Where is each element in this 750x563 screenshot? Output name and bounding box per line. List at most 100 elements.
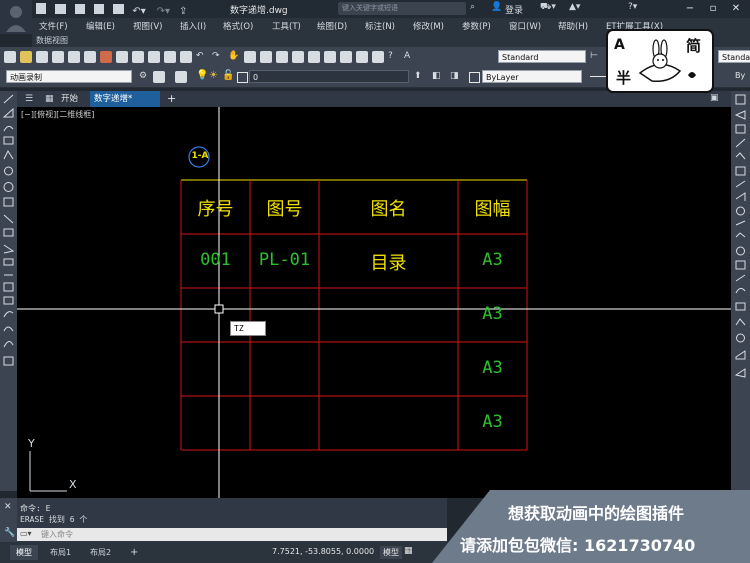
sheet-set-icon[interactable] bbox=[340, 51, 352, 63]
add-selected-icon bbox=[3, 356, 14, 366]
menu-dimension[interactable]: 标注(N) bbox=[365, 20, 395, 32]
workspace-save-icon[interactable] bbox=[153, 71, 165, 83]
zoom-realtime-icon[interactable] bbox=[244, 51, 256, 63]
layer-on-icon[interactable]: 💡 bbox=[196, 70, 208, 81]
3d-print-icon[interactable] bbox=[100, 51, 112, 63]
undo-icon[interactable]: ↶▾ bbox=[132, 6, 145, 17]
workspace-settings-icon[interactable]: ⚙ bbox=[139, 71, 147, 81]
help-icon-2[interactable]: ? bbox=[388, 51, 400, 63]
menu-file[interactable]: 文件(F) bbox=[39, 20, 68, 32]
text-style-select[interactable]: Standard bbox=[498, 50, 586, 63]
menu-help[interactable]: 帮助(H) bbox=[558, 20, 588, 32]
maximize-button[interactable]: ▫ bbox=[703, 1, 723, 16]
command-history-line: ERASE 找到 6 个 bbox=[20, 515, 88, 524]
menu-window[interactable]: 窗口(W) bbox=[509, 20, 541, 32]
dynamic-input-text: TZ bbox=[234, 324, 244, 333]
menu-insert[interactable]: 插入(I) bbox=[180, 20, 206, 32]
rotate-icon bbox=[735, 192, 746, 201]
design-center-icon[interactable] bbox=[308, 51, 320, 63]
plot-preview-icon[interactable] bbox=[68, 51, 80, 63]
tab-start[interactable]: 开始 bbox=[61, 91, 78, 107]
tab-overflow-icon[interactable]: ▣ bbox=[710, 93, 719, 103]
match-properties-icon[interactable] bbox=[164, 51, 176, 63]
minimize-button[interactable]: − bbox=[680, 1, 700, 16]
search-input[interactable]: 键入关键字或短语 bbox=[338, 2, 466, 15]
zoom-previous-icon[interactable] bbox=[276, 51, 288, 63]
layer-color-swatch bbox=[237, 72, 248, 83]
redo-icon[interactable]: ↷▾ bbox=[157, 6, 170, 17]
tab-current-file[interactable]: 数字递增* bbox=[90, 91, 160, 107]
layer-properties-icon[interactable] bbox=[175, 71, 187, 83]
menu-parameters[interactable]: 参数(P) bbox=[462, 20, 491, 32]
calculator-icon[interactable] bbox=[372, 51, 384, 63]
logo-char-jian: 简 bbox=[686, 37, 702, 55]
app-logo[interactable] bbox=[0, 0, 32, 34]
print-icon-2[interactable] bbox=[52, 51, 64, 63]
open-icon[interactable] bbox=[20, 51, 32, 63]
share-icon[interactable]: ⇪ bbox=[179, 6, 187, 17]
layout-tab-1[interactable]: 布局1 bbox=[44, 545, 77, 560]
markup-icon[interactable] bbox=[356, 51, 368, 63]
print-icon[interactable] bbox=[112, 4, 124, 14]
layout-tab-model[interactable]: 模型 bbox=[10, 545, 38, 560]
menu-tools[interactable]: 工具(T) bbox=[272, 20, 301, 32]
dim-style-icon[interactable]: ⊢ bbox=[590, 51, 604, 63]
layer-freeze-icon[interactable]: ☀ bbox=[209, 70, 218, 81]
tool-palettes-icon[interactable] bbox=[324, 51, 336, 63]
a360-icon[interactable]: ▲▾ bbox=[569, 2, 580, 12]
command-customize-icon[interactable]: 🔧 bbox=[4, 528, 15, 538]
block-editor-icon[interactable] bbox=[180, 51, 192, 63]
hatch-icon bbox=[3, 282, 14, 292]
properties-icon[interactable] bbox=[292, 51, 304, 63]
undo-icon-2[interactable]: ↶ bbox=[196, 51, 208, 63]
command-close-icon[interactable]: ✕ bbox=[4, 502, 12, 512]
menu-view[interactable]: 视图(V) bbox=[133, 20, 162, 32]
command-prompt-icon[interactable]: ▭▾ bbox=[20, 529, 32, 538]
workspace-select[interactable]: 动画录制 bbox=[6, 70, 132, 83]
dynamic-input-box[interactable]: TZ bbox=[230, 321, 266, 336]
menu-modify[interactable]: 修改(M) bbox=[413, 20, 444, 32]
zoom-window-icon[interactable] bbox=[260, 51, 272, 63]
grid-icon[interactable]: ▦ bbox=[404, 546, 413, 556]
color-select[interactable]: ByLayer bbox=[482, 70, 582, 83]
login-link[interactable]: 登录 bbox=[505, 3, 523, 16]
help-icon[interactable]: ?▾ bbox=[628, 2, 637, 12]
save-icon[interactable] bbox=[74, 4, 85, 14]
menu-format[interactable]: 格式(O) bbox=[223, 20, 253, 32]
command-input[interactable]: ▭▾ 键入命令 bbox=[17, 528, 447, 541]
layer-state-icon[interactable]: ◨ bbox=[450, 71, 459, 81]
pan-icon[interactable]: ✋ bbox=[228, 51, 240, 63]
add-layout-button[interactable]: + bbox=[124, 545, 144, 560]
menu-edit[interactable]: 编辑(E) bbox=[86, 20, 115, 32]
add-tab-button[interactable]: + bbox=[167, 91, 176, 107]
search-icon[interactable]: ⌕ bbox=[470, 2, 475, 12]
redo-icon-2[interactable]: ↷ bbox=[212, 51, 224, 63]
save-as-icon[interactable] bbox=[93, 4, 104, 14]
dim-style-select[interactable]: Standa bbox=[718, 50, 750, 63]
open-file-icon[interactable] bbox=[54, 4, 66, 14]
paste-icon[interactable] bbox=[148, 51, 160, 63]
close-button[interactable]: ✕ bbox=[726, 1, 746, 16]
new-file-icon[interactable] bbox=[36, 3, 46, 14]
save-icon-2[interactable] bbox=[36, 51, 48, 63]
data-view-label[interactable]: 数据视图 bbox=[36, 35, 68, 46]
linetype-select[interactable]: By bbox=[735, 71, 745, 80]
drawing-canvas[interactable]: [−][俯视][二维线框] 1-A 序号 图号 图名 图幅 001 PL-01 … bbox=[17, 107, 731, 498]
copy-icon[interactable] bbox=[132, 51, 144, 63]
publish-icon[interactable] bbox=[84, 51, 96, 63]
layout-tab-2[interactable]: 布局2 bbox=[84, 545, 117, 560]
insert-block-icon bbox=[3, 244, 15, 254]
menu-draw[interactable]: 绘图(D) bbox=[317, 20, 347, 32]
user-icon[interactable]: 👤 bbox=[491, 2, 502, 12]
cart-icon[interactable]: ⛟▾ bbox=[540, 2, 556, 13]
model-space-button[interactable]: 模型 bbox=[380, 546, 402, 559]
layer-lock-icon[interactable]: 🔓 bbox=[222, 70, 234, 81]
layer-select[interactable]: 0 bbox=[249, 70, 409, 83]
cut-icon[interactable] bbox=[116, 51, 128, 63]
new-icon[interactable] bbox=[4, 51, 16, 63]
make-current-icon[interactable]: ⬆ bbox=[414, 71, 422, 81]
draw-toolbar bbox=[0, 91, 17, 491]
text-style-icon[interactable]: A bbox=[404, 51, 416, 63]
layer-previous-icon[interactable]: ◧ bbox=[432, 71, 441, 81]
menu-list-icon[interactable]: ☰ bbox=[25, 94, 33, 104]
